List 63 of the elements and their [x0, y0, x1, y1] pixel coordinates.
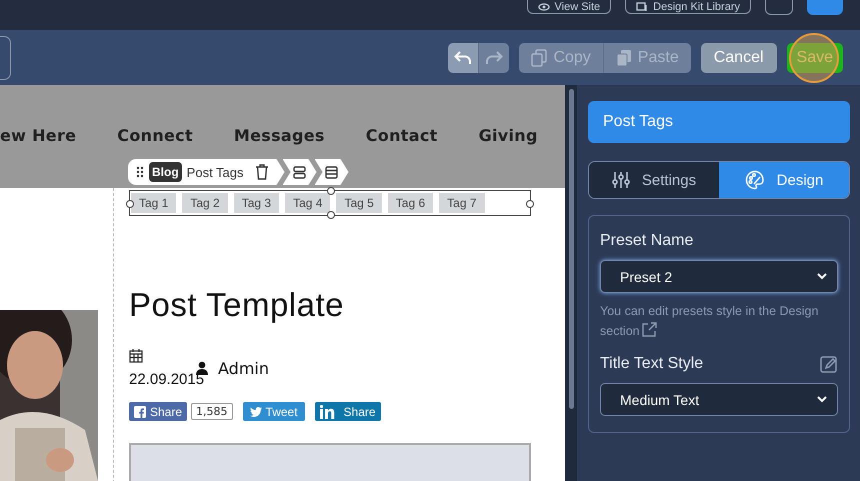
palette-icon — [744, 170, 765, 190]
sliders-icon — [612, 171, 630, 189]
drag-handle-icon[interactable] — [136, 166, 144, 178]
tag[interactable]: Tag 5 — [336, 193, 382, 213]
chevron-down-icon — [817, 396, 827, 403]
resize-handle[interactable] — [327, 187, 335, 195]
field-edge[interactable] — [0, 36, 11, 80]
table-icon — [325, 166, 338, 178]
chevron-down-icon — [817, 273, 827, 280]
field-label: Preset Name — [600, 232, 694, 250]
tag[interactable]: Tag 2 — [182, 193, 228, 213]
tag[interactable]: Tag 3 — [234, 193, 280, 213]
element-label: Post Tags — [186, 164, 244, 180]
nav-link[interactable]: Connect — [117, 126, 193, 145]
top-button[interactable]: View Site — [526, 0, 612, 14]
panel-title: Post Tags — [588, 101, 850, 143]
undo-icon — [454, 50, 472, 64]
trash-icon[interactable] — [254, 164, 269, 180]
tag[interactable]: Tag 4 — [285, 193, 330, 213]
menu-button[interactable] — [765, 0, 793, 15]
resize-handle[interactable] — [327, 211, 335, 219]
post-date: 22.09.2015 — [129, 371, 204, 388]
post-author: Admin — [218, 358, 269, 378]
share-count: 1,585 — [191, 403, 233, 420]
nav-link[interactable]: Giving — [478, 126, 538, 145]
redo-icon — [485, 50, 504, 64]
external-link-icon[interactable] — [642, 322, 657, 337]
linkedin-share-button[interactable]: Share — [314, 402, 381, 421]
click-highlight — [788, 32, 839, 82]
tag[interactable]: Tag 7 — [439, 193, 485, 213]
bird-icon — [250, 406, 262, 416]
element-badge: Blog — [149, 162, 182, 182]
account-button[interactable] — [807, 0, 843, 15]
tweet-button[interactable]: Tweet — [242, 402, 305, 421]
field-label: Title Text Style — [600, 355, 704, 373]
copy-icon — [531, 48, 548, 66]
panel-tab[interactable]: Settings — [589, 162, 719, 198]
copy-icon — [616, 48, 632, 66]
facebook-share-button[interactable]: Share — [129, 402, 188, 421]
text-style-select[interactable]: Medium Text — [600, 383, 838, 416]
nav-link[interactable]: Messages — [234, 126, 325, 145]
facebook-icon — [134, 406, 146, 418]
top-button[interactable]: Design Kit Library — [625, 0, 751, 14]
help-text: You can edit presets style in the Design section — [600, 303, 820, 340]
user-icon — [196, 361, 208, 375]
eye-icon — [538, 2, 550, 10]
resize-handle[interactable] — [126, 200, 134, 208]
panel-tab[interactable]: Design — [719, 162, 849, 198]
linkedin-icon — [320, 404, 336, 418]
post-title: Post Template — [129, 286, 346, 324]
calendar-icon — [129, 348, 143, 363]
layers-icon — [636, 2, 648, 12]
rows-icon — [293, 166, 306, 178]
tag[interactable]: Tag 6 — [388, 193, 434, 213]
edit-icon[interactable] — [820, 355, 838, 373]
scrollbar-thumb[interactable] — [568, 89, 574, 409]
preset-select[interactable]: Preset 2 — [600, 260, 838, 293]
tag-list[interactable]: Tag 1 Tag 2 Tag 3 Tag 4 Tag 5 Tag 6 Tag 7 — [129, 190, 531, 216]
undo-button[interactable] — [448, 42, 478, 72]
nav-link[interactable]: Contact — [366, 126, 438, 145]
resize-handle[interactable] — [526, 200, 534, 208]
nav-link[interactable]: ew Here — [0, 126, 76, 145]
tag[interactable]: Tag 1 — [131, 193, 176, 213]
